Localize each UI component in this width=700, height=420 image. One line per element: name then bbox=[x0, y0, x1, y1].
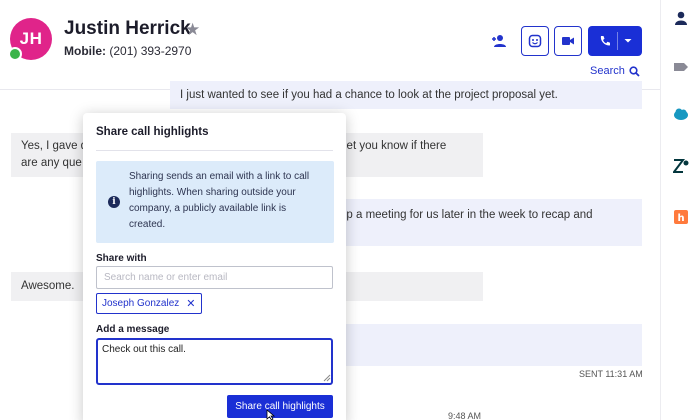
svg-text:h: h bbox=[677, 213, 684, 224]
person-icon[interactable] bbox=[673, 10, 689, 26]
message-text: Awesome. bbox=[21, 280, 75, 292]
message-text-left: Yes, I gave q are any que bbox=[21, 138, 87, 172]
emoji-button[interactable] bbox=[521, 26, 549, 56]
phone-label: Mobile: bbox=[64, 44, 106, 58]
integrations-rail: h bbox=[660, 0, 700, 420]
info-text: Sharing sends an email with a link to ca… bbox=[129, 171, 310, 230]
salesforce-icon[interactable] bbox=[673, 106, 689, 122]
emoji-icon bbox=[528, 34, 542, 48]
share-highlights-dialog: Share call highlights i Sharing sends an… bbox=[83, 113, 346, 420]
message-line-1: Yes, I gave q bbox=[21, 140, 88, 152]
message-label: Add a message bbox=[96, 324, 170, 335]
message-field[interactable]: Check out this call. bbox=[96, 338, 333, 385]
dialog-title: Share call highlights bbox=[96, 126, 209, 138]
contact-name[interactable]: Justin Herrick bbox=[64, 18, 191, 40]
message-line-2: are any que bbox=[21, 157, 82, 169]
message-text: up a meeting for us later in the week to… bbox=[340, 209, 593, 221]
phone-line: Mobile: (201) 393-2970 bbox=[64, 44, 191, 58]
star-icon[interactable]: ★ bbox=[185, 20, 200, 40]
message-bubble-outgoing bbox=[330, 324, 642, 366]
share-highlights-button[interactable]: Share call highlights bbox=[227, 395, 333, 418]
share-with-label: Share with bbox=[96, 253, 147, 264]
sent-timestamp: SENT 11:31 AM bbox=[579, 369, 643, 379]
date-divider: 9:48 AM bbox=[448, 411, 482, 420]
video-icon bbox=[562, 37, 574, 45]
search-label: Search bbox=[590, 65, 625, 77]
recipient-name: Joseph Gonzalez bbox=[102, 298, 180, 309]
presence-indicator bbox=[8, 47, 22, 61]
info-icon: i bbox=[108, 196, 120, 208]
tag-icon[interactable] bbox=[673, 59, 689, 75]
search-icon bbox=[629, 65, 640, 77]
call-button-divider bbox=[616, 32, 618, 50]
message-bubble-outgoing: up a meeting for us later in the week to… bbox=[330, 199, 642, 246]
phone-icon bbox=[600, 36, 610, 46]
add-contact-icon bbox=[492, 35, 506, 47]
avatar-initials: JH bbox=[19, 29, 43, 48]
info-banner: i Sharing sends an email with a link to … bbox=[96, 161, 334, 243]
mouse-pointer-icon bbox=[266, 410, 276, 420]
chevron-down-icon[interactable] bbox=[624, 38, 632, 44]
video-call-button[interactable] bbox=[554, 26, 582, 56]
dialog-divider bbox=[96, 150, 333, 151]
message-text: I just wanted to see if you had a chance… bbox=[180, 88, 558, 101]
zendesk-icon[interactable] bbox=[673, 158, 689, 174]
search-link[interactable]: Search bbox=[590, 65, 640, 77]
hubspot-icon[interactable]: h bbox=[673, 209, 689, 225]
share-with-input[interactable] bbox=[96, 266, 333, 289]
resize-grip-icon[interactable] bbox=[323, 374, 331, 382]
remove-recipient-icon[interactable]: ✕ bbox=[186, 297, 195, 310]
recipient-chip[interactable]: Joseph Gonzalez ✕ bbox=[96, 293, 202, 314]
conversation-header: JH Justin Herrick ★ Mobile: (201) 393-29… bbox=[0, 0, 660, 90]
message-text-right: let you know if there bbox=[344, 140, 447, 152]
phone-number[interactable]: (201) 393-2970 bbox=[109, 44, 191, 58]
message-bubble-outgoing: I just wanted to see if you had a chance… bbox=[170, 81, 642, 109]
add-contact-button[interactable] bbox=[489, 26, 511, 56]
call-button[interactable] bbox=[588, 26, 642, 56]
